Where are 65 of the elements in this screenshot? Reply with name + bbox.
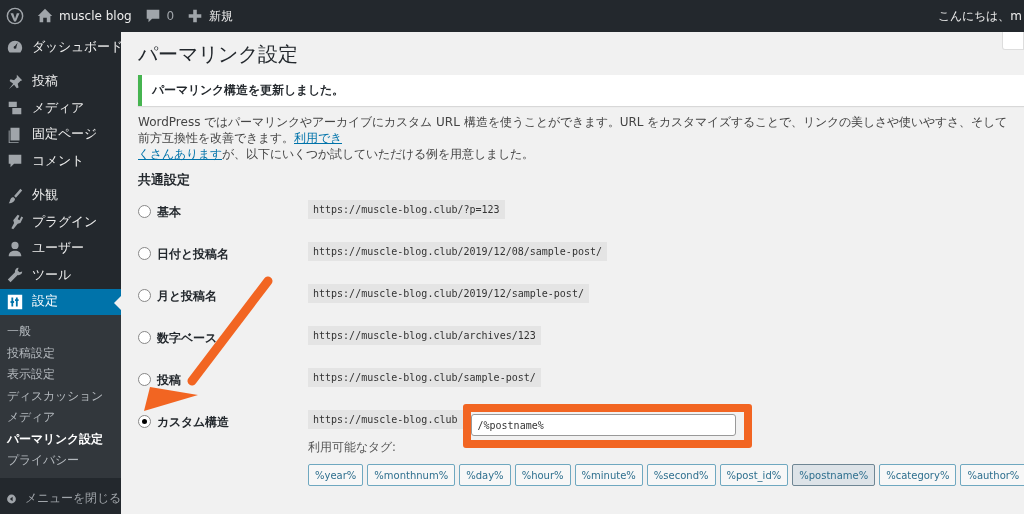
menu-item[interactable]: 外観 [0, 182, 121, 209]
option-label[interactable]: 月と投稿名 [157, 288, 217, 305]
tag-button[interactable]: %postname% [792, 464, 876, 486]
help-link[interactable]: 利用でき [294, 131, 342, 145]
submenu-item[interactable]: プライバシー [0, 450, 121, 472]
new-link[interactable]: 新規 [186, 7, 234, 25]
menu-item[interactable]: メディア [0, 95, 121, 122]
radio-button[interactable] [138, 373, 151, 386]
greeting-text[interactable]: こんにちは、m [938, 7, 1024, 25]
radio-button[interactable] [138, 331, 151, 344]
submenu-item[interactable]: ディスカッション [0, 385, 121, 407]
tag-button[interactable]: %post_id% [719, 464, 789, 486]
option-label[interactable]: 日付と投稿名 [157, 246, 229, 263]
menu-item[interactable]: ユーザー [0, 235, 121, 262]
submenu-item[interactable]: パーマリンク設定 [0, 428, 121, 450]
radio-button[interactable] [138, 289, 151, 302]
tag-button[interactable]: %minute% [574, 464, 643, 486]
submenu-item[interactable]: 投稿設定 [0, 342, 121, 364]
submenu-item[interactable]: 表示設定 [0, 364, 121, 386]
example-url: https://muscle-blog.club/archives/123 [308, 326, 541, 345]
wrench-icon [6, 266, 24, 285]
tag-button[interactable]: %day% [459, 464, 511, 486]
menu-item[interactable]: 設定 [0, 288, 121, 315]
tag-button[interactable]: %monthnum% [367, 464, 456, 486]
submenu-item[interactable]: 一般 [0, 321, 121, 343]
help-link[interactable]: くさんあります [138, 147, 222, 161]
tag-button[interactable]: %category% [879, 464, 957, 486]
option-label[interactable]: 投稿 [157, 372, 181, 389]
menu-item[interactable]: プラグイン [0, 209, 121, 236]
example-url: https://muscle-blog.club/sample-post/ [308, 368, 541, 387]
example-url: https://muscle-blog.club/?p=123 [308, 200, 505, 219]
radio-button[interactable] [138, 205, 151, 218]
tag-button[interactable]: %hour% [514, 464, 571, 486]
tag-button[interactable]: %year% [308, 464, 364, 486]
menu-item[interactable]: ダッシュボード [0, 34, 121, 61]
collapse-menu-button[interactable]: メニューを閉じる [0, 485, 121, 508]
description-text: WordPress ではパーマリンクやアーカイブにカスタム URL 構造を使うことができます。URL をカスタマイズすることで、リンクの美しさや使いやすさ、そして前方互換性を改善できます。利用でき くさんありますが、以下にいくつか試していただける例を用意しました。 [138, 114, 1009, 162]
home-icon [36, 7, 54, 25]
site-link[interactable]: muscle blog [36, 7, 132, 25]
comments-link[interactable]: 0 [143, 7, 175, 25]
radio-button[interactable] [138, 247, 151, 260]
example-url: https://muscle-blog.club/2019/12/08/sample-post/ [308, 242, 607, 261]
menu-item[interactable]: ツール [0, 262, 121, 289]
logo-icon [6, 7, 24, 25]
menu-item[interactable]: 固定ページ [0, 121, 121, 148]
tag-button[interactable]: %author% [960, 464, 1024, 486]
option-label[interactable]: カスタム構造 [157, 414, 229, 431]
menu-item[interactable]: 投稿 [0, 68, 121, 95]
settings-icon [6, 292, 24, 311]
notice-text: パーマリンク構造を更新しました。 [152, 83, 344, 98]
option-label[interactable]: 基本 [157, 204, 181, 221]
structure-input[interactable]: /%postname% [470, 414, 736, 436]
section-heading: 共通設定 [138, 171, 191, 189]
menu-item[interactable]: コメント [0, 148, 121, 175]
user-icon [6, 239, 24, 258]
option-label[interactable]: 数字ベース [157, 330, 217, 347]
radio-button[interactable] [138, 415, 151, 428]
page-title: パーマリンク設定 [138, 41, 298, 68]
submenu-item[interactable]: メディア [0, 407, 121, 429]
pin-icon [6, 72, 24, 91]
example-url: https://muscle-blog.club [308, 410, 463, 429]
example-url: https://muscle-blog.club/2019/12/sample-post/ [308, 284, 589, 303]
brush-icon [6, 186, 24, 205]
tag-button[interactable]: %second% [646, 464, 716, 486]
tags-label: 利用可能なタグ: [308, 440, 397, 456]
